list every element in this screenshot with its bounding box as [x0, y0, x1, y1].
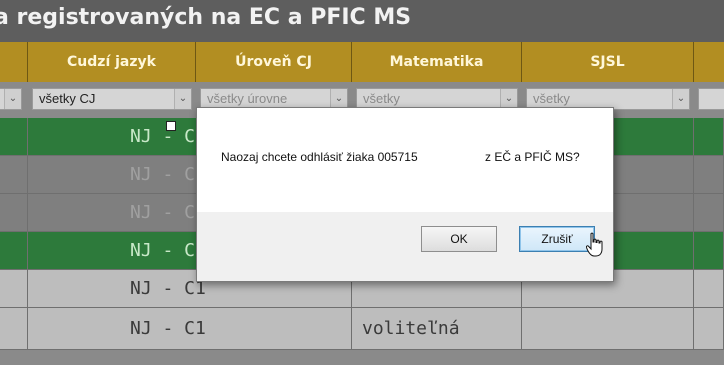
cell-cudzi-jazyk: NJ - C1 [28, 308, 352, 350]
chevron-down-icon: ⌄ [672, 89, 689, 109]
dialog-body: Naozaj chcete odhlásiť žiaka 005715 z EČ… [197, 108, 613, 212]
filter-value-sjsl: všetky [533, 91, 570, 106]
ok-button[interactable]: OK [421, 226, 497, 252]
page-title-text: a registrovaných na EC a PFIC MS [0, 5, 412, 30]
header-cell-right [694, 42, 724, 82]
header-cell-left [0, 42, 28, 82]
confirm-dialog: Naozaj chcete odhlásiť žiaka 005715 z EČ… [196, 107, 614, 282]
filter-select-right[interactable] [698, 88, 724, 110]
dialog-message: Naozaj chcete odhlásiť žiaka 005715 z EČ… [221, 150, 580, 164]
chevron-down-icon: ⌄ [174, 89, 191, 109]
dialog-message-text: Naozaj chcete odhlásiť žiaka 005715 [221, 150, 418, 164]
table-header: Cudzí jazyk Úroveň CJ Matematika SJSL [0, 42, 724, 82]
table-footer [0, 350, 724, 365]
filter-value-cudzi-jazyk: všetky CJ [39, 91, 96, 106]
chevron-down-icon: ⌄ [330, 89, 347, 109]
filter-select-cudzi-jazyk[interactable]: všetky CJ ⌄ [32, 88, 192, 110]
filter-value-matematika: všetky [363, 91, 400, 106]
cell-matematika: voliteľná [352, 308, 522, 350]
column-header-sjsl[interactable]: SJSL [522, 42, 694, 82]
column-header-uroven-cj[interactable]: Úroveň CJ [196, 42, 352, 82]
chevron-down-icon: ⌄ [4, 89, 21, 109]
resize-handle[interactable] [166, 121, 176, 131]
filter-value-uroven: všetky úrovne [207, 91, 288, 106]
page-title: a registrovaných na EC a PFIC MS [0, 0, 724, 42]
cancel-button[interactable]: Zrušiť [519, 226, 595, 252]
dialog-message-suffix: z EČ a PFIČ MS? [485, 150, 580, 164]
chevron-down-icon: ⌄ [500, 89, 517, 109]
column-header-matematika[interactable]: Matematika [352, 42, 522, 82]
column-header-cudzi-jazyk[interactable]: Cudzí jazyk [28, 42, 196, 82]
hand-pointer-icon [586, 232, 603, 257]
table-row[interactable]: NJ - C1 voliteľná [0, 308, 724, 350]
filter-select-left[interactable]: ⌄ [0, 88, 22, 110]
